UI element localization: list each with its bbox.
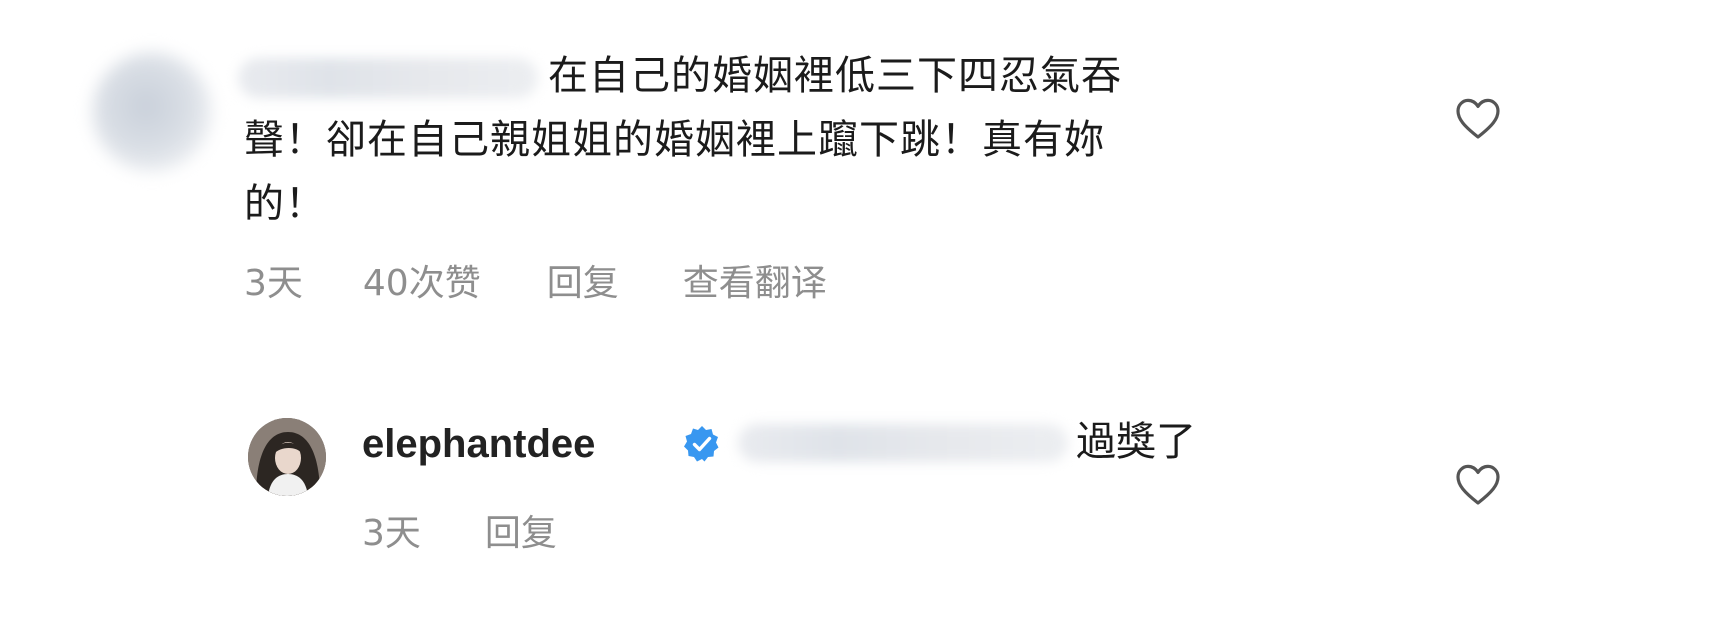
username[interactable]: elephantdee bbox=[362, 420, 595, 468]
comment-item: 在自己的婚姻裡低三下四忍氣吞 聲！卻在自己親姐姐的婚姻裡上躥下跳！真有妳 的！ … bbox=[0, 0, 1714, 360]
like-count[interactable]: 40次赞 bbox=[363, 262, 481, 306]
translate-button[interactable]: 查看翻译 bbox=[683, 262, 827, 306]
comment-text: 過獎了 bbox=[1076, 419, 1196, 465]
avatar-photo-icon bbox=[248, 418, 326, 496]
heart-outline-icon[interactable] bbox=[1454, 462, 1502, 506]
avatar[interactable] bbox=[92, 52, 212, 172]
comment-meta: 3天 回复 bbox=[362, 512, 557, 556]
comment-text: 在自己的婚姻裡低三下四忍氣吞 bbox=[548, 44, 1122, 108]
comment-text-line-3: 的！ bbox=[244, 181, 326, 227]
mention-redacted[interactable] bbox=[738, 424, 1068, 462]
comment-text-line-2: 聲！卻在自己親姐姐的婚姻裡上躥下跳！真有妳 bbox=[244, 117, 1105, 163]
verified-badge-icon bbox=[684, 426, 719, 462]
avatar[interactable] bbox=[248, 418, 326, 496]
comment-text: 的！ bbox=[244, 172, 326, 236]
heart-outline-icon[interactable] bbox=[1454, 96, 1502, 140]
timestamp: 3天 bbox=[244, 263, 303, 304]
reply-button[interactable]: 回复 bbox=[547, 262, 619, 306]
comment-item: elephantdee 過獎了 3天 回复 bbox=[0, 418, 1714, 640]
username-redacted[interactable] bbox=[238, 58, 538, 98]
reply-button[interactable]: 回复 bbox=[485, 512, 557, 556]
timestamp: 3天 bbox=[362, 513, 421, 554]
comment-meta: 3天 40次赞 回复 查看翻译 bbox=[244, 262, 827, 306]
comment-text: 聲！卻在自己親姐姐的婚姻裡上躥下跳！真有妳 bbox=[244, 108, 1105, 172]
comment-text-line-1: 在自己的婚姻裡低三下四忍氣吞 bbox=[548, 53, 1122, 99]
